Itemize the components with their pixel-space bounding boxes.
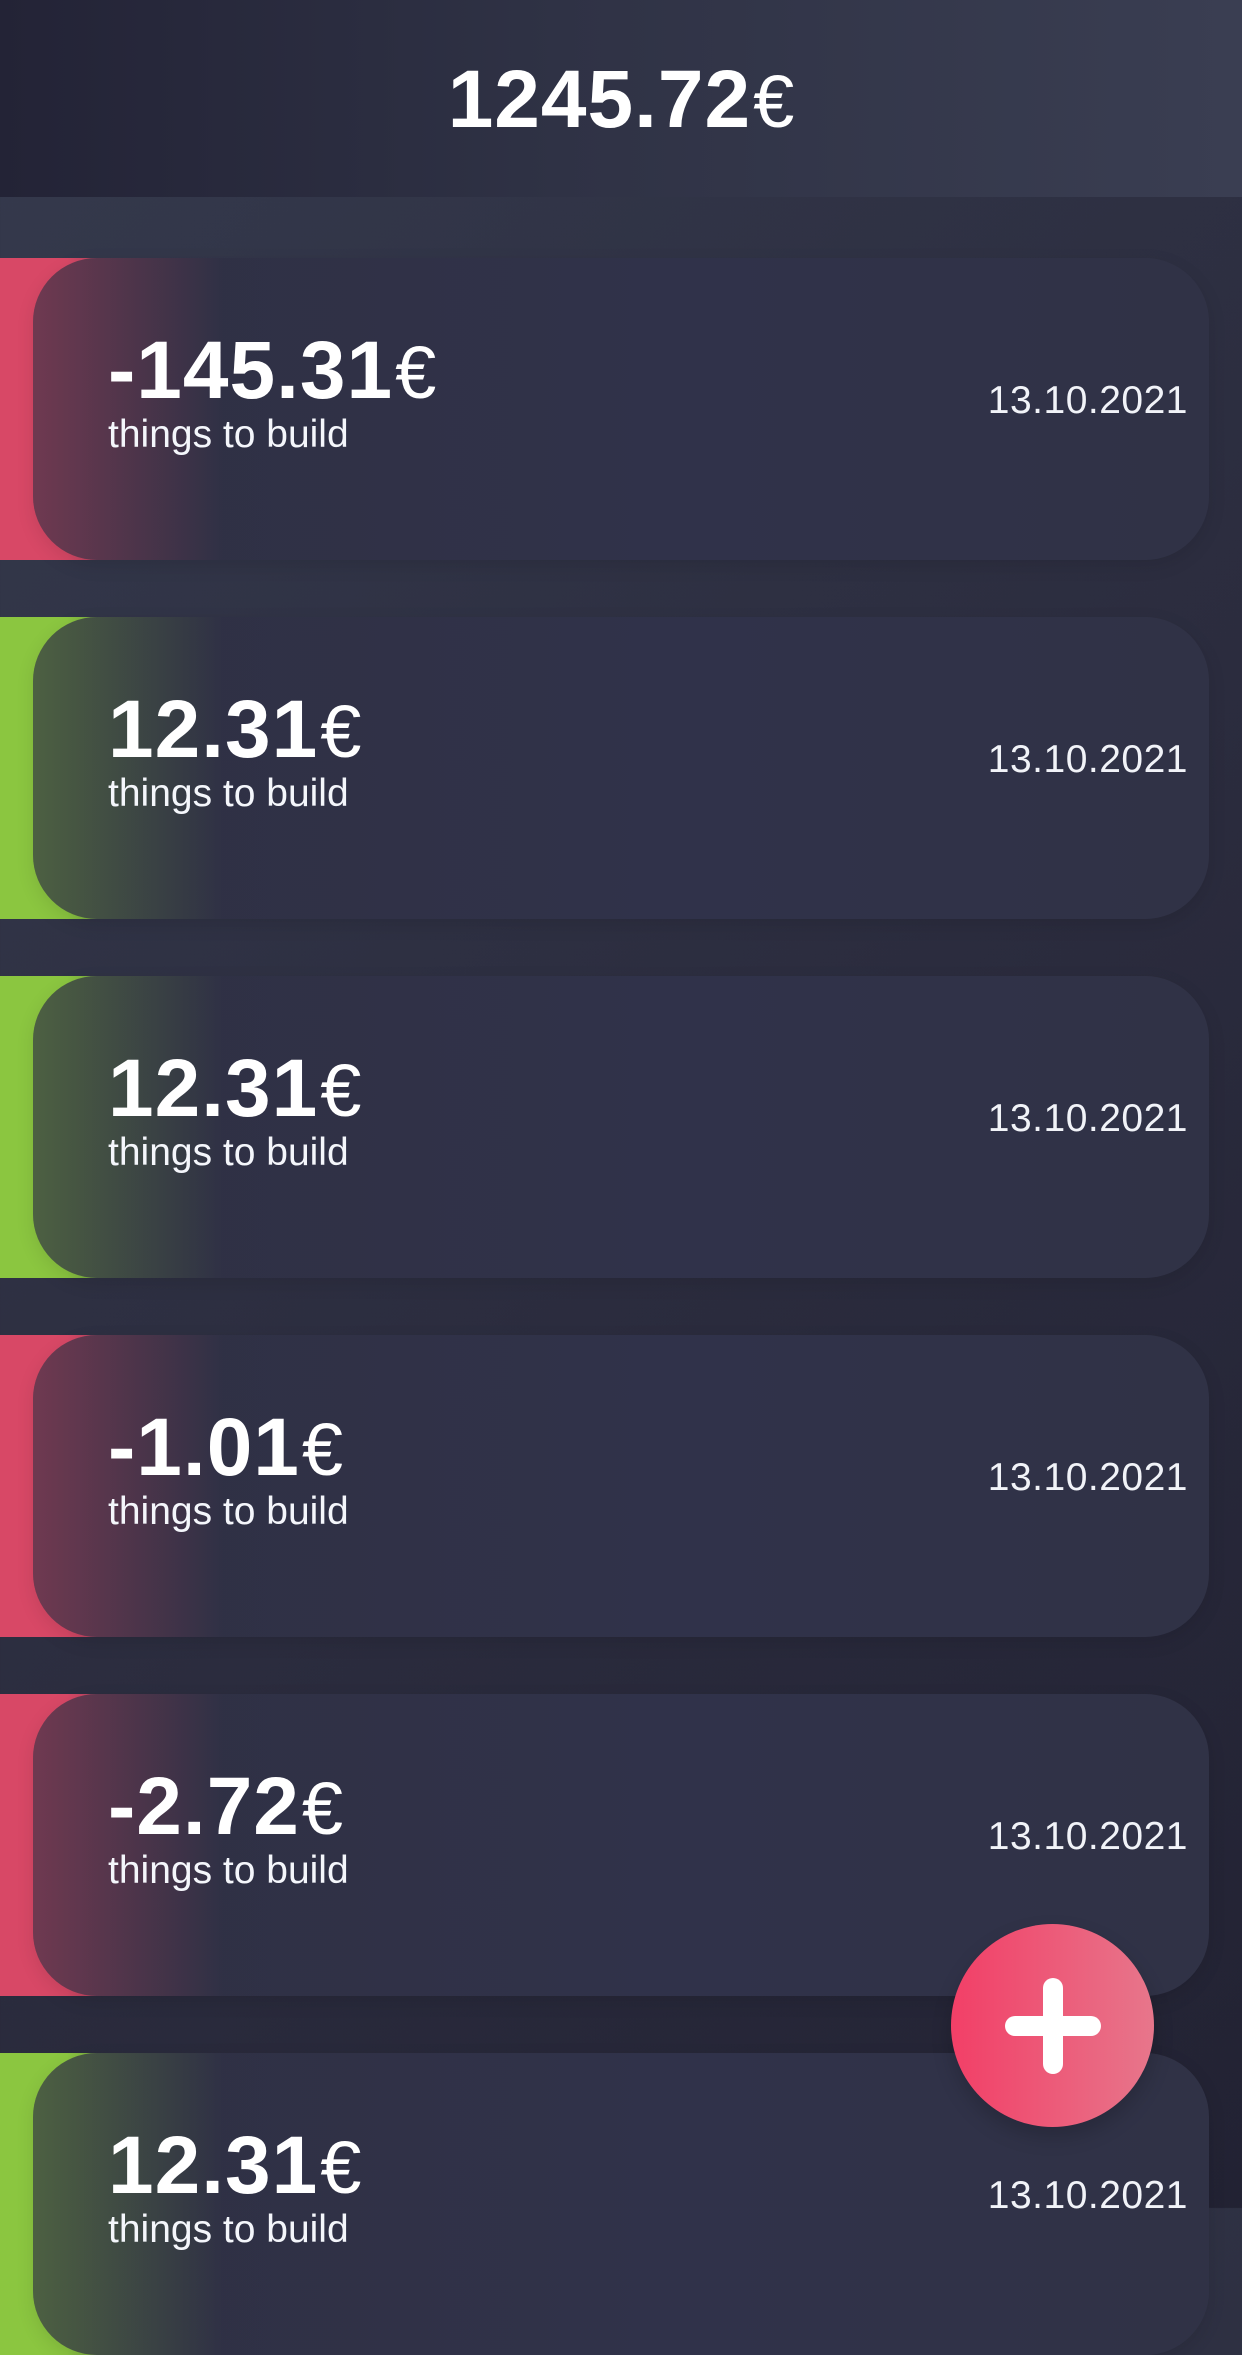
transaction-card[interactable]: -145.31 € things to build 13.10.2021 [33,258,1209,560]
transaction-amount: 12.31 € [108,2125,1008,2213]
transaction-description: things to build [108,2208,349,2251]
transaction-date: 13.10.2021 [987,1456,1188,1499]
transaction-amount: -2.72 € [108,1766,1008,1854]
balance-total: 1245.72 € [447,53,795,145]
transaction-details: -2.72 € things to build [108,1766,1008,1926]
balance-amount: 1245.72 [447,53,752,145]
transaction-card[interactable]: 12.31 € things to build 13.10.2021 [33,617,1209,919]
transaction-details: 12.31 € things to build [108,689,1008,849]
transaction-amount-value: -2.72 [108,1761,300,1852]
add-transaction-button[interactable] [951,1924,1154,2127]
transaction-currency: € [301,1408,344,1491]
transaction-details: -1.01 € things to build [108,1407,1008,1567]
transaction-amount-value: 12.31 [108,2120,319,2211]
plus-icon [1004,1977,1101,2074]
transaction-date: 13.10.2021 [987,738,1188,781]
transaction-description: things to build [108,1490,349,1533]
transaction-currency: € [395,331,437,414]
balance-currency: € [753,59,795,143]
transaction-date: 13.10.2021 [987,1815,1188,1858]
transaction-amount-value: -145.31 [108,325,394,416]
transaction-amount-value: 12.31 [108,1043,319,1134]
transaction-amount: 12.31 € [108,689,1008,777]
transaction-row[interactable]: 12.31 € things to build 13.10.2021 [0,976,1242,1278]
transaction-date: 13.10.2021 [987,2174,1188,2217]
transaction-description: things to build [108,1131,349,1174]
transaction-row[interactable]: -1.01 € things to build 13.10.2021 [0,1335,1242,1637]
transaction-details: 12.31 € things to build [108,1048,1008,1208]
transaction-date: 13.10.2021 [987,379,1188,422]
transaction-row[interactable]: 12.31 € things to build 13.10.2021 [0,617,1242,919]
transaction-currency: € [320,2126,362,2209]
transaction-details: -145.31 € things to build [108,330,1008,490]
transaction-amount: 12.31 € [108,1048,1008,1136]
transaction-description: things to build [108,413,349,456]
transaction-currency: € [320,690,362,773]
transaction-amount: -1.01 € [108,1407,1008,1495]
transaction-amount-value: 12.31 [108,684,319,775]
transaction-card[interactable]: -1.01 € things to build 13.10.2021 [33,1335,1209,1637]
transaction-description: things to build [108,772,349,815]
transaction-amount: -145.31 € [108,330,1008,418]
transaction-currency: € [320,1049,362,1132]
balance-header: 1245.72 € [0,0,1242,197]
transaction-row[interactable]: -145.31 € things to build 13.10.2021 [0,258,1242,560]
transaction-amount-value: -1.01 [108,1402,300,1493]
transaction-card[interactable]: 12.31 € things to build 13.10.2021 [33,976,1209,1278]
transaction-date: 13.10.2021 [987,1097,1188,1140]
transaction-description: things to build [108,1849,349,1892]
transaction-details: 12.31 € things to build [108,2125,1008,2285]
transaction-currency: € [301,1767,344,1850]
